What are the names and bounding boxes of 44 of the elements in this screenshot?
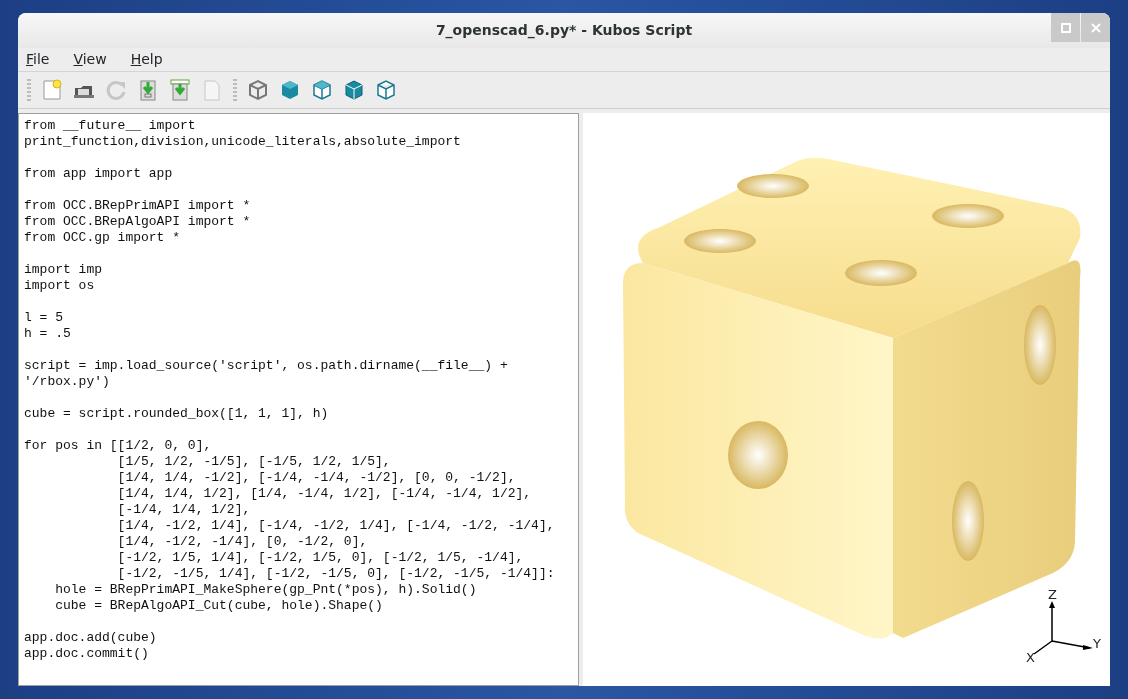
code-line: [1/4, -1/2, 1/4], [-1/4, -1/2, 1/4], [-1/4, -1/2, -1/4], (116, 518, 555, 534)
code-line: print_function,division,unicode_literals,absolute_import (24, 134, 461, 150)
code-line: [1/5, 1/2, -1/5], [-1/5, 1/2, 1/5], (116, 454, 391, 470)
code-line: l = 5 (24, 310, 63, 326)
3d-viewport[interactable]: Z Y X (583, 113, 1110, 686)
window-title: 7_openscad_6.py* - Kubos Script (435, 20, 693, 41)
code-line: from OCC.gp import * (24, 230, 181, 246)
code-line: from app import app (24, 166, 173, 182)
wireframe-cube-icon (374, 78, 398, 103)
reload-icon (104, 78, 128, 103)
code-line: script = imp.load_source('script', os.path.dirname(__file__) + (24, 358, 508, 374)
x-axis-label: X (1026, 650, 1035, 665)
code-line: [1/4, -1/2, -1/4], [0, -1/2, 0], (116, 534, 368, 550)
code-line: cube = BRepAlgoAPI_Cut(cube, hole).Shape() (54, 598, 383, 614)
menu-item[interactable]: File (26, 49, 50, 70)
code-line: h = .5 (24, 326, 71, 342)
maximize-icon (1060, 23, 1071, 33)
code-line: from __future__ import (24, 118, 196, 134)
code-line: app.doc.commit() (24, 646, 149, 662)
code-line: '/rbox.py') (24, 374, 110, 390)
menu-item[interactable]: View (73, 49, 107, 70)
menu-item[interactable]: Help (130, 49, 163, 70)
y-axis-label: Y (1093, 636, 1101, 651)
close-icon (1090, 23, 1101, 33)
axis-triad-drawing (1033, 601, 1093, 655)
code-line: [-1/2, 1/5, 1/4], [-1/2, 1/5, 0], [-1/2, 1/5, -1/4], (116, 550, 524, 566)
code-line: cube = script.rounded_box([1, 1, 1], h) (24, 406, 329, 422)
code-line: hole = BRepPrimAPI_MakeSphere(gp_Pnt(*pos), h).Solid() (54, 582, 477, 598)
code-line: [-1/2, -1/5, 1/4], [-1/2, -1/5, 0], [-1/2, -1/5, -1/4]]: (116, 566, 555, 582)
wireframe-cube-icon (310, 78, 334, 103)
code-line: for pos in [[1/2, 0, 0], (24, 438, 212, 454)
download-tray-icon (168, 78, 192, 103)
code-line: from OCC.BRepAlgoAPI import * (24, 214, 251, 230)
code-line: [1/4, 1/4, 1/2], [1/4, -1/4, 1/2], [-1/4, -1/4, 1/2], (116, 486, 532, 502)
code-line: [1/4, 1/4, -1/2], [-1/4, -1/4, -1/2], [0, 0, -1/2], (116, 470, 516, 486)
code-line: import os (24, 278, 95, 294)
code-line: app.doc.add(cube) (24, 630, 157, 646)
z-axis-label: Z (1048, 587, 1057, 602)
new-file-icon (40, 78, 64, 103)
code-line: [-1/4, 1/4, 1/2], (116, 502, 251, 518)
code-editor[interactable] (18, 113, 579, 686)
wireframe-cube-icon (246, 78, 270, 103)
code-line: import imp (24, 262, 102, 278)
code-line: from OCC.BRepPrimAPI import * (24, 198, 251, 214)
